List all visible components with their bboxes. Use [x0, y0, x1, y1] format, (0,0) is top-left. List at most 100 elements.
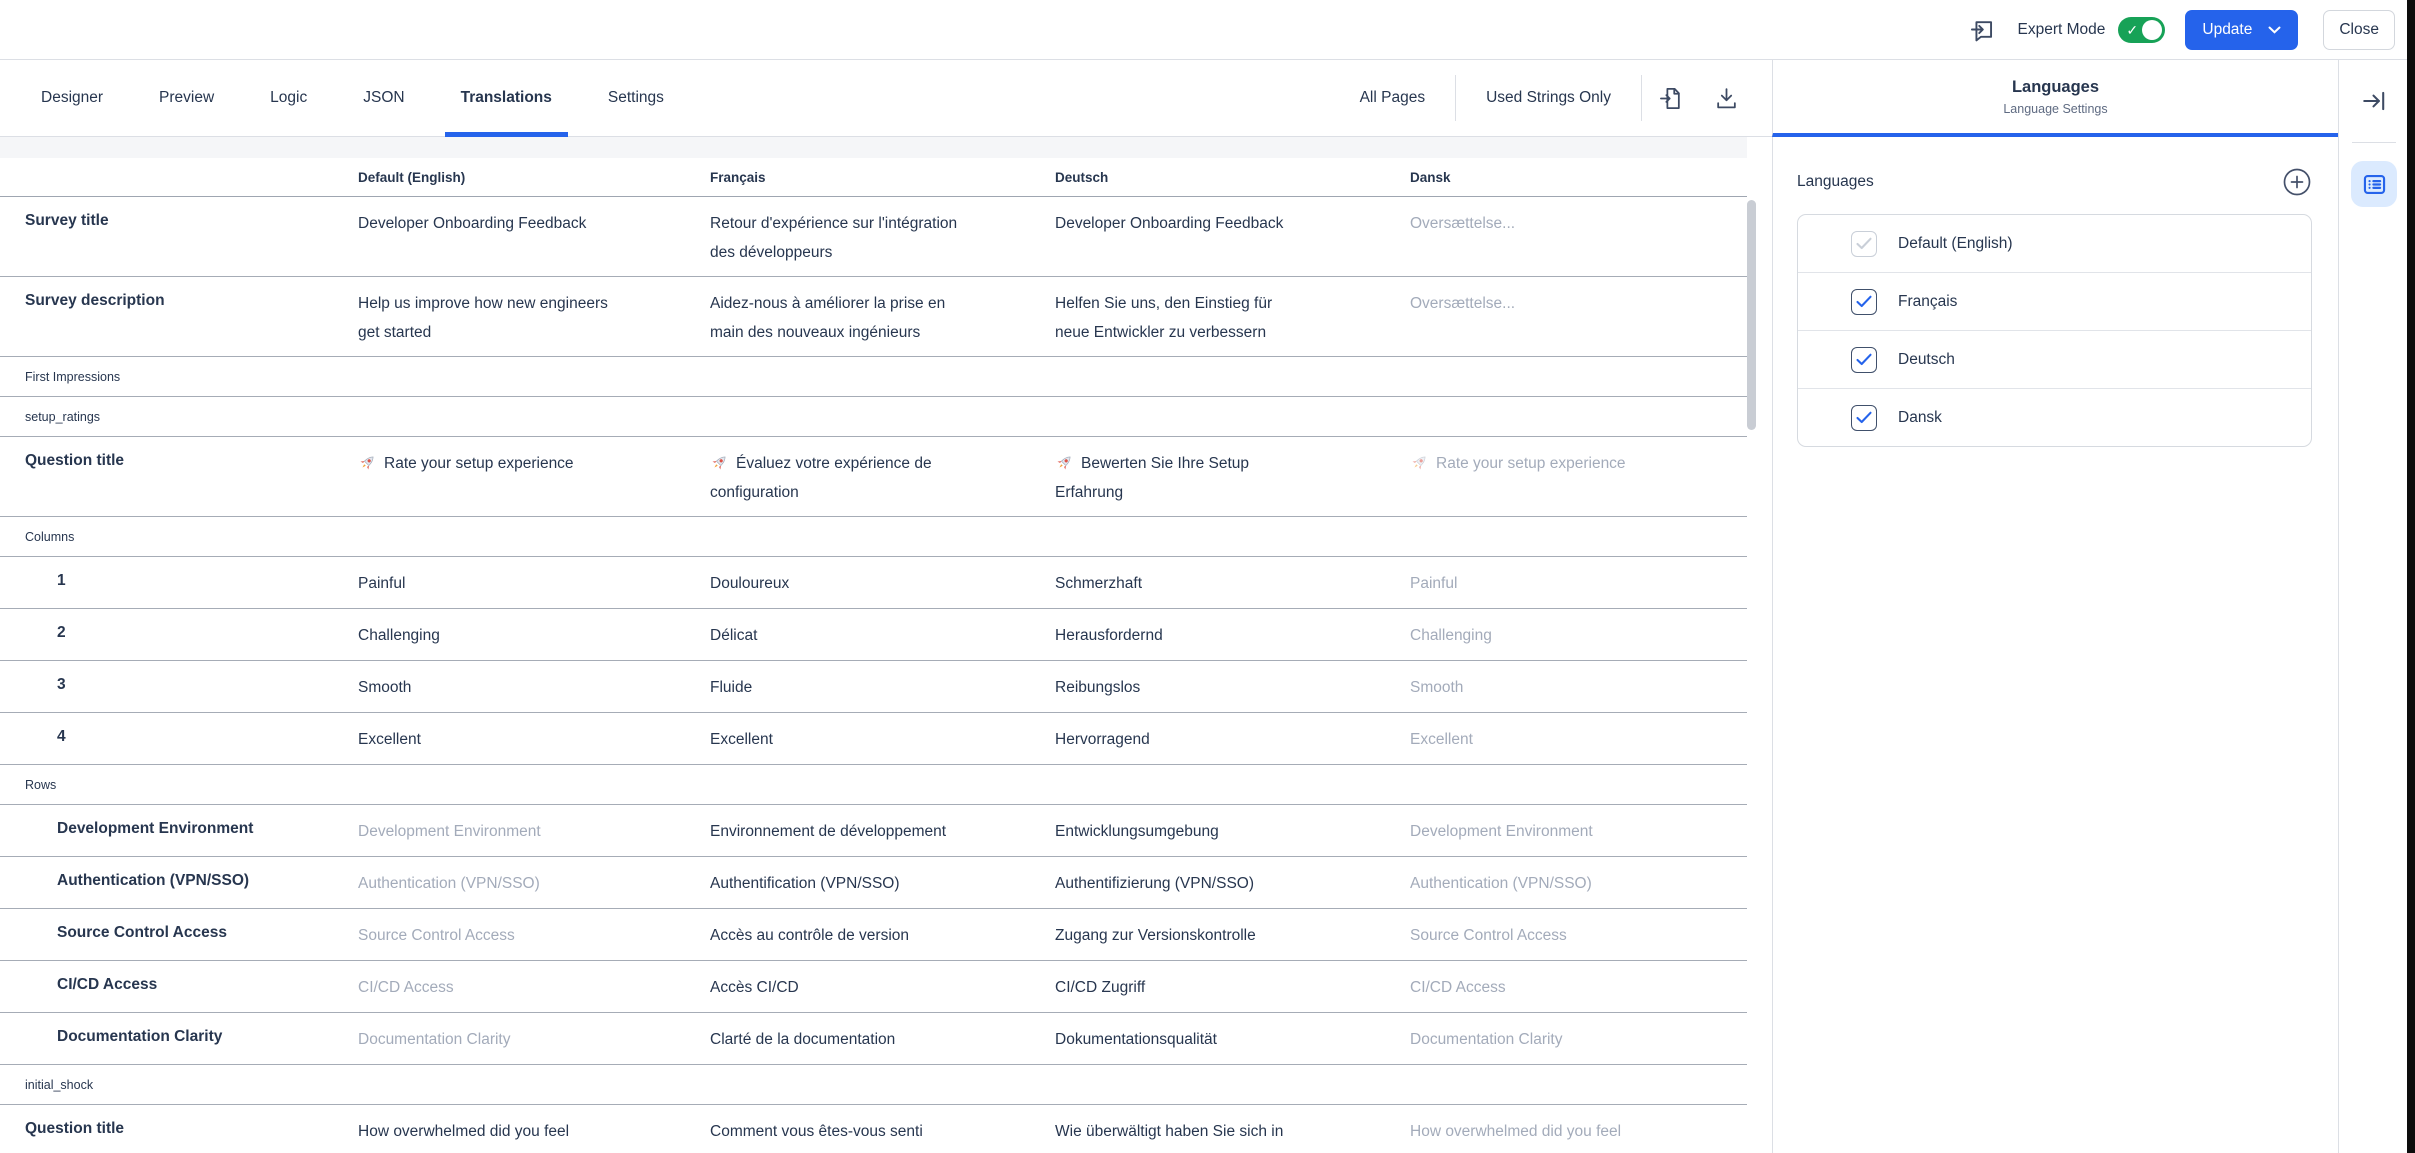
language-item[interactable]: Français: [1798, 273, 2311, 331]
translation-cell[interactable]: Oversættelse...: [1397, 277, 1747, 356]
translation-cell[interactable]: Development Environment: [1397, 805, 1747, 856]
translation-cell[interactable]: How overwhelmed did you feel during week…: [345, 1105, 697, 1153]
translation-cell[interactable]: Authentification (VPN/SSO): [697, 857, 1042, 908]
import-strings-button[interactable]: [1642, 75, 1698, 121]
translation-cell[interactable]: Évaluez votre expérience de configuratio…: [697, 437, 1042, 516]
table-row: 1PainfulDouloureuxSchmerzhaftPainful: [0, 557, 1747, 609]
translation-cell[interactable]: Development Environment: [345, 805, 697, 856]
all-pages-button[interactable]: All Pages: [1330, 89, 1455, 107]
side-toolbar-separator: [2352, 142, 2396, 143]
translation-cell[interactable]: Oversættelse...: [1397, 197, 1747, 276]
translation-cell[interactable]: Bewerten Sie Ihre Setup Erfahrung: [1042, 437, 1397, 516]
translation-cell[interactable]: Developer Onboarding Feedback: [1042, 197, 1397, 276]
translation-cell[interactable]: Environnement de développement: [697, 805, 1042, 856]
expert-mode-label: Expert Mode: [2017, 21, 2105, 39]
group-label: Rows: [25, 778, 56, 792]
translation-text: Douloureux: [710, 575, 789, 592]
translation-cell[interactable]: Accès CI/CD: [697, 961, 1042, 1012]
translation-cell[interactable]: Hervorragend: [1042, 713, 1397, 764]
used-strings-only-button[interactable]: Used Strings Only: [1456, 89, 1641, 107]
translation-cell[interactable]: Accès au contrôle de version: [697, 909, 1042, 960]
collapse-panel-button[interactable]: [2353, 80, 2395, 122]
translation-cell[interactable]: Authentication (VPN/SSO): [1397, 857, 1747, 908]
panel-title: Languages: [2012, 78, 2099, 97]
translation-cell[interactable]: Excellent: [1397, 713, 1747, 764]
translation-cell[interactable]: Rate your setup experience: [345, 437, 697, 516]
translation-cell[interactable]: Helfen Sie uns, den Einstieg für neue En…: [1042, 277, 1397, 356]
translation-cell[interactable]: Retour d'expérience sur l'intégration de…: [697, 197, 1042, 276]
translation-cell[interactable]: Schmerzhaft: [1042, 557, 1397, 608]
languages-list: Default (English)FrançaisDeutschDansk: [1797, 214, 2312, 447]
languages-section-header: Languages: [1773, 137, 2338, 214]
translation-cell[interactable]: How overwhelmed did you feel: [1397, 1105, 1747, 1153]
translation-cell[interactable]: Entwicklungsumgebung: [1042, 805, 1397, 856]
language-checkbox[interactable]: [1851, 289, 1877, 315]
translation-cell[interactable]: Douloureux: [697, 557, 1042, 608]
translation-text: Excellent: [1410, 731, 1473, 748]
tab-designer[interactable]: Designer: [25, 60, 119, 136]
translation-cell[interactable]: Excellent: [697, 713, 1042, 764]
translation-cell[interactable]: Developer Onboarding Feedback: [345, 197, 697, 276]
translation-cell[interactable]: Délicat: [697, 609, 1042, 660]
tab-logic[interactable]: Logic: [254, 60, 323, 136]
translation-cell[interactable]: Aidez-nous à améliorer la prise en main …: [697, 277, 1042, 356]
translation-cell[interactable]: Herausfordernd: [1042, 609, 1397, 660]
translation-cell[interactable]: Rate your setup experience: [1397, 437, 1747, 516]
translation-cell[interactable]: Source Control Access: [1397, 909, 1747, 960]
rocket-icon: [358, 453, 377, 472]
translation-text: Development Environment: [1410, 823, 1593, 840]
plus-circle-icon: [2282, 167, 2312, 197]
translation-text: Reibungslos: [1055, 679, 1140, 696]
tab-bar-spacer: [0, 137, 1747, 158]
translation-cell[interactable]: Wie überwältigt haben Sie sich in der er…: [1042, 1105, 1397, 1153]
translation-cell[interactable]: Smooth: [345, 661, 697, 712]
tab-preview[interactable]: Preview: [143, 60, 230, 136]
translation-cell[interactable]: Painful: [345, 557, 697, 608]
export-strings-button[interactable]: [1698, 75, 1754, 121]
translation-cell[interactable]: Zugang zur Versionskontrolle: [1042, 909, 1397, 960]
add-language-button[interactable]: [2282, 167, 2312, 197]
translation-cell[interactable]: Excellent: [345, 713, 697, 764]
feedback-icon: [1968, 16, 1995, 43]
translation-cell[interactable]: CI/CD Access: [345, 961, 697, 1012]
translation-cell[interactable]: Smooth: [1397, 661, 1747, 712]
translation-cell[interactable]: Source Control Access: [345, 909, 697, 960]
tab-json[interactable]: JSON: [347, 60, 420, 136]
tab-settings[interactable]: Settings: [592, 60, 680, 136]
language-item[interactable]: Default (English): [1798, 215, 2311, 273]
translation-cell[interactable]: Documentation Clarity: [1397, 1013, 1747, 1064]
translation-cell[interactable]: Clarté de la documentation: [697, 1013, 1042, 1064]
language-settings-tab-button[interactable]: [2351, 161, 2397, 207]
translation-cell[interactable]: CI/CD Access: [1397, 961, 1747, 1012]
translation-cell[interactable]: Documentation Clarity: [345, 1013, 697, 1064]
language-checkbox[interactable]: [1851, 231, 1877, 257]
translation-cell[interactable]: Comment vous êtes-vous senti submergé pe…: [697, 1105, 1042, 1153]
translation-cell[interactable]: Authentication (VPN/SSO): [345, 857, 697, 908]
translation-text: Authentification (VPN/SSO): [710, 875, 900, 892]
translation-cell[interactable]: Dokumentationsqualität: [1042, 1013, 1397, 1064]
language-item[interactable]: Deutsch: [1798, 331, 2311, 389]
translation-cell[interactable]: Fluide: [697, 661, 1042, 712]
translation-cell[interactable]: Authentifizierung (VPN/SSO): [1042, 857, 1397, 908]
translation-cell[interactable]: Challenging: [1397, 609, 1747, 660]
translation-cell[interactable]: CI/CD Zugriff: [1042, 961, 1397, 1012]
translation-cell[interactable]: Help us improve how new engineers get st…: [345, 277, 697, 356]
translation-text: Authentifizierung (VPN/SSO): [1055, 875, 1254, 892]
expert-mode-toggle[interactable]: ✓: [2118, 17, 2165, 43]
update-button[interactable]: Update: [2185, 10, 2298, 50]
translation-cell[interactable]: Reibungslos: [1042, 661, 1397, 712]
language-item[interactable]: Dansk: [1798, 389, 2311, 446]
table-scrollbar[interactable]: [1747, 200, 1756, 430]
translation-cell[interactable]: Challenging: [345, 609, 697, 660]
language-checkbox[interactable]: [1851, 347, 1877, 373]
translation-cell[interactable]: Painful: [1397, 557, 1747, 608]
close-button[interactable]: Close: [2323, 10, 2395, 50]
column-header: Deutsch: [1042, 170, 1397, 185]
feedback-button[interactable]: [1968, 16, 1995, 43]
language-checkbox[interactable]: [1851, 405, 1877, 431]
row-label: Question title: [0, 1105, 345, 1153]
translation-text: How overwhelmed did you feel during week…: [358, 1123, 569, 1153]
row-label: 3: [0, 661, 345, 712]
tab-translations[interactable]: Translations: [445, 60, 568, 136]
check-icon: [1856, 411, 1872, 424]
